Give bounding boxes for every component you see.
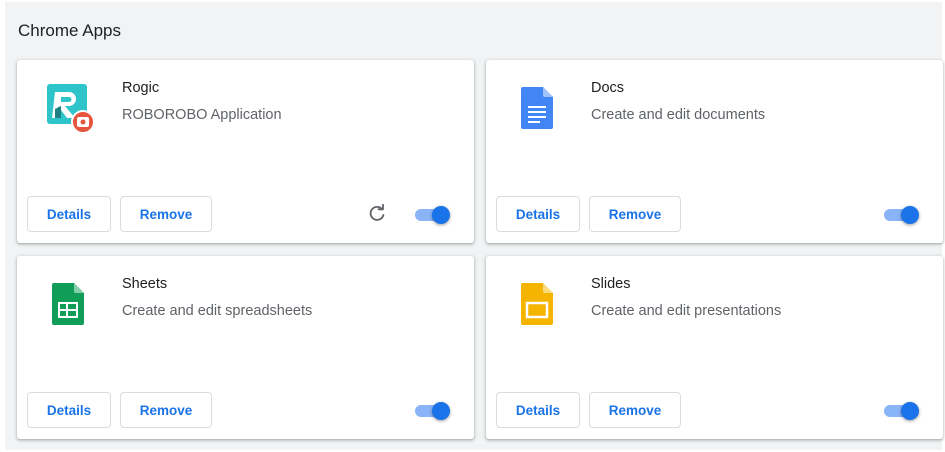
remove-button[interactable]: Remove [589,392,681,428]
toggle-knob [432,206,450,224]
section-title: Chrome Apps [18,21,121,40]
toggle-knob [432,402,450,420]
app-name: Rogic [122,80,160,96]
app-card-sheets: Sheets Create and edit spreadsheets Deta… [17,256,474,439]
app-description: Create and edit documents [591,107,766,123]
sheets-app-icon [45,278,93,330]
remove-button[interactable]: Remove [120,196,212,232]
app-description: Create and edit presentations [591,303,782,319]
toggle-knob [901,402,919,420]
app-description: Create and edit spreadsheets [122,303,313,319]
remove-button[interactable]: Remove [120,392,212,428]
details-button[interactable]: Details [496,196,580,232]
app-card-slides: Slides Create and edit presentations Det… [486,256,943,439]
enable-toggle[interactable] [415,205,451,224]
details-button[interactable]: Details [27,392,111,428]
enable-toggle[interactable] [884,205,920,224]
details-button[interactable]: Details [496,392,580,428]
details-button[interactable]: Details [27,196,111,232]
enable-toggle[interactable] [884,401,920,420]
app-name: Docs [591,80,625,96]
slides-app-icon [514,278,562,330]
remove-button[interactable]: Remove [589,196,681,232]
app-name: Sheets [122,276,168,292]
enable-toggle[interactable] [415,401,451,420]
docs-app-icon [514,82,562,134]
rogic-app-icon [45,82,95,134]
toggle-knob [901,206,919,224]
app-card-docs: Docs Create and edit documents Details R… [486,60,943,243]
app-name: Slides [591,276,631,292]
chrome-apps-panel: Chrome Apps Rogic ROBOROBO Application D… [5,2,943,450]
app-description: ROBOROBO Application [122,107,282,123]
reload-icon[interactable] [367,203,387,224]
app-card-rogic: Rogic ROBOROBO Application Details Remov… [17,60,474,243]
